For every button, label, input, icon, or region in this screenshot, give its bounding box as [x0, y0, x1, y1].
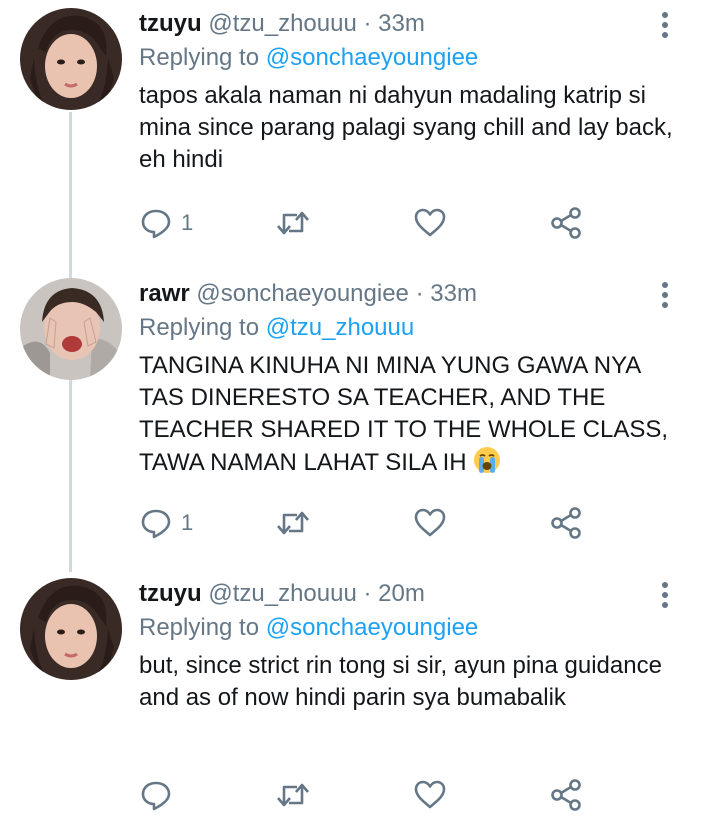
- replying-to-mention[interactable]: @sonchaeyoungiee: [266, 614, 479, 641]
- tweet[interactable]: tzuyu @tzu_zhouuu · 20m Replying to @son…: [0, 570, 718, 819]
- timestamp[interactable]: 33m: [378, 10, 425, 37]
- tweet-text-content: TANGINA KINUHA NI MINA YUNG GAWA NYA TAS…: [139, 352, 669, 476]
- reply-button[interactable]: [139, 777, 181, 813]
- display-name[interactable]: tzuyu: [139, 580, 202, 607]
- more-options-icon[interactable]: [652, 10, 678, 40]
- handle[interactable]: @tzu_zhouuu: [208, 580, 356, 607]
- replying-to-label: Replying to: [139, 44, 260, 71]
- separator: ·: [363, 580, 372, 607]
- tweet-actions: 1: [139, 505, 599, 541]
- share-icon: [551, 207, 581, 239]
- like-icon: [414, 208, 446, 237]
- retweet-icon: [277, 511, 309, 535]
- reply-button[interactable]: 1: [139, 505, 193, 541]
- reply-count: 1: [181, 510, 194, 535]
- handle[interactable]: @sonchaeyoungiee: [196, 280, 409, 307]
- handle[interactable]: @tzu_zhouuu: [208, 10, 356, 37]
- replying-to-mention[interactable]: @tzu_zhouuu: [266, 314, 414, 341]
- loudly-crying-face-emoji: [474, 447, 501, 473]
- reply-button[interactable]: 1: [139, 205, 193, 241]
- reply-icon: [141, 781, 171, 811]
- retweet-button[interactable]: [275, 205, 311, 241]
- display-name[interactable]: tzuyu: [139, 10, 202, 37]
- replying-to-label: Replying to: [139, 314, 260, 341]
- retweet-icon: [277, 783, 309, 807]
- more-options-icon[interactable]: [652, 280, 678, 310]
- like-button[interactable]: [413, 205, 447, 241]
- replying-to: Replying to @sonchaeyoungiee: [139, 612, 478, 644]
- replying-to-mention[interactable]: @sonchaeyoungiee: [266, 44, 479, 71]
- share-button[interactable]: [549, 505, 583, 541]
- tweet-header: rawr @sonchaeyoungiee · 33m: [139, 278, 477, 310]
- retweet-button[interactable]: [275, 505, 311, 541]
- avatar[interactable]: [20, 578, 122, 680]
- separator: ·: [363, 10, 372, 37]
- retweet-icon: [277, 211, 309, 235]
- share-icon: [551, 507, 581, 539]
- like-icon: [414, 780, 446, 809]
- tweet-text: TANGINA KINUHA NI MINA YUNG GAWA NYA TAS…: [139, 350, 689, 479]
- tweet-text: but, since strict rin tong si sir, ayun …: [139, 652, 662, 711]
- share-icon: [551, 779, 581, 811]
- more-options-icon[interactable]: [652, 580, 678, 610]
- separator: ·: [415, 280, 424, 307]
- tweet-text: tapos akala naman ni dahyun madaling kat…: [139, 82, 673, 173]
- like-icon: [414, 508, 446, 537]
- reply-count: 1: [181, 210, 194, 235]
- reply-icon: [141, 209, 171, 239]
- tweet-header: tzuyu @tzu_zhouuu · 33m: [139, 8, 425, 40]
- timestamp[interactable]: 33m: [430, 280, 477, 307]
- avatar[interactable]: [20, 278, 122, 380]
- tweet-actions: [139, 777, 599, 813]
- share-button[interactable]: [549, 205, 583, 241]
- timestamp[interactable]: 20m: [378, 580, 425, 607]
- tweet[interactable]: rawr @sonchaeyoungiee · 33m Replying to …: [0, 270, 718, 570]
- avatar[interactable]: [20, 8, 122, 110]
- display-name[interactable]: rawr: [139, 280, 190, 307]
- like-button[interactable]: [413, 777, 447, 813]
- replying-to: Replying to @sonchaeyoungiee: [139, 42, 478, 74]
- tweet-actions: 1: [139, 205, 599, 241]
- like-button[interactable]: [413, 505, 447, 541]
- replying-to: Replying to @tzu_zhouuu: [139, 312, 414, 344]
- retweet-button[interactable]: [275, 777, 311, 813]
- replying-to-label: Replying to: [139, 614, 260, 641]
- reply-icon: [141, 509, 171, 539]
- tweet[interactable]: tzuyu @tzu_zhouuu · 33m Replying to @son…: [0, 0, 718, 270]
- share-button[interactable]: [549, 777, 583, 813]
- tweet-header: tzuyu @tzu_zhouuu · 20m: [139, 578, 425, 610]
